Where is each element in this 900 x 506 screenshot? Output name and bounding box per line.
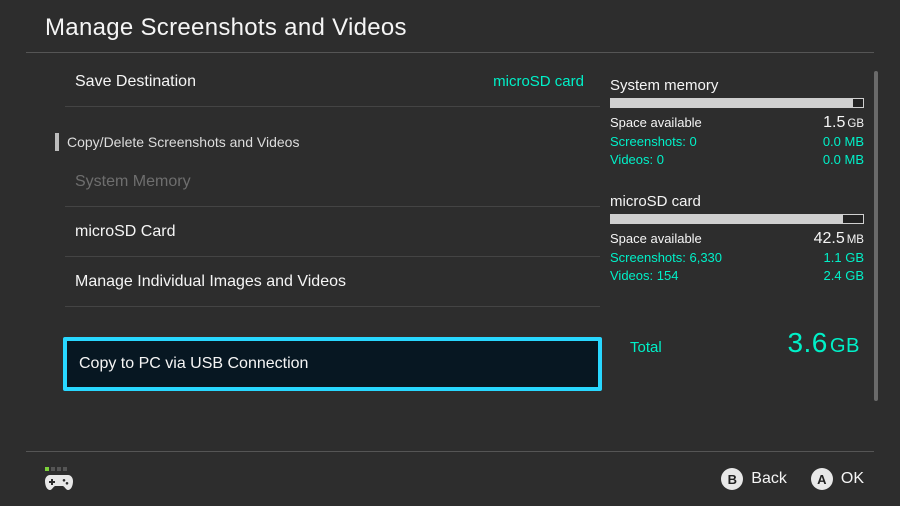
system-memory-label: System Memory: [75, 173, 191, 191]
system-videos-stat: Videos: 0 0.0 MB: [610, 151, 864, 169]
microsd-videos-value: 2.4 GB: [824, 267, 864, 285]
microsd-videos-stat: Videos: 154 2.4 GB: [610, 267, 864, 285]
system-screenshots-label: Screenshots: 0: [610, 133, 697, 151]
system-screenshots-value: 0.0 MB: [823, 133, 864, 151]
copy-delete-section-label: Copy/Delete Screenshots and Videos: [55, 133, 600, 151]
ok-label: OK: [841, 470, 864, 488]
back-button[interactable]: B Back: [721, 468, 787, 490]
manage-individual-label: Manage Individual Images and Videos: [75, 273, 346, 291]
system-memory-bar: [610, 98, 864, 108]
save-destination-value: microSD card: [493, 73, 584, 90]
microsd-space-label: Space available: [610, 230, 702, 249]
storage-panel: System memory Space available 1.5GB Scre…: [600, 53, 874, 433]
copy-to-pc-row[interactable]: Copy to PC via USB Connection: [63, 337, 602, 391]
microsd-screenshots-label: Screenshots: 6,330: [610, 249, 722, 267]
system-space-value: 1.5GB: [823, 114, 864, 133]
footer-bar: B Back A OK: [0, 452, 900, 506]
system-screenshots-stat: Screenshots: 0 0.0 MB: [610, 133, 864, 151]
controller-indicator: [44, 467, 74, 491]
system-videos-label: Videos: 0: [610, 151, 664, 169]
system-videos-value: 0.0 MB: [823, 151, 864, 169]
total-label: Total: [630, 339, 662, 356]
system-space-available: Space available 1.5GB: [610, 114, 864, 133]
footer-actions: B Back A OK: [721, 468, 864, 490]
microsd-block: microSD card Space available 42.5MB Scre…: [610, 193, 864, 285]
microsd-card-label: microSD Card: [75, 223, 175, 241]
content-area: Save Destination microSD card Copy/Delet…: [0, 53, 900, 433]
microsd-space-value: 42.5MB: [814, 230, 864, 249]
controller-icon: [44, 473, 74, 491]
total-value: 3.6GB: [787, 327, 860, 359]
system-memory-block: System memory Space available 1.5GB Scre…: [610, 77, 864, 169]
manage-individual-row[interactable]: Manage Individual Images and Videos: [65, 257, 600, 307]
total-line: Total 3.6GB: [610, 327, 864, 359]
copy-delete-section-text: Copy/Delete Screenshots and Videos: [67, 134, 299, 150]
a-button-icon: A: [811, 468, 833, 490]
save-destination-label: Save Destination: [75, 73, 196, 91]
player-dots: [45, 467, 74, 471]
page-title: Manage Screenshots and Videos: [0, 0, 900, 52]
system-memory-title: System memory: [610, 77, 864, 94]
microsd-space-available: Space available 42.5MB: [610, 230, 864, 249]
microsd-videos-label: Videos: 154: [610, 267, 678, 285]
system-space-label: Space available: [610, 114, 702, 133]
microsd-screenshots-value: 1.1 GB: [824, 249, 864, 267]
ok-button[interactable]: A OK: [811, 468, 864, 490]
scrollbar[interactable]: [874, 71, 878, 401]
copy-to-pc-label: Copy to PC via USB Connection: [79, 355, 308, 373]
options-panel: Save Destination microSD card Copy/Delet…: [0, 53, 600, 433]
microsd-title: microSD card: [610, 193, 864, 210]
system-memory-bar-free: [853, 99, 863, 107]
back-label: Back: [751, 470, 787, 488]
microsd-bar: [610, 214, 864, 224]
system-memory-row: System Memory: [65, 157, 600, 207]
microsd-card-row[interactable]: microSD Card: [65, 207, 600, 257]
microsd-screenshots-stat: Screenshots: 6,330 1.1 GB: [610, 249, 864, 267]
b-button-icon: B: [721, 468, 743, 490]
save-destination-row[interactable]: Save Destination microSD card: [65, 57, 600, 107]
microsd-bar-free: [843, 215, 863, 223]
